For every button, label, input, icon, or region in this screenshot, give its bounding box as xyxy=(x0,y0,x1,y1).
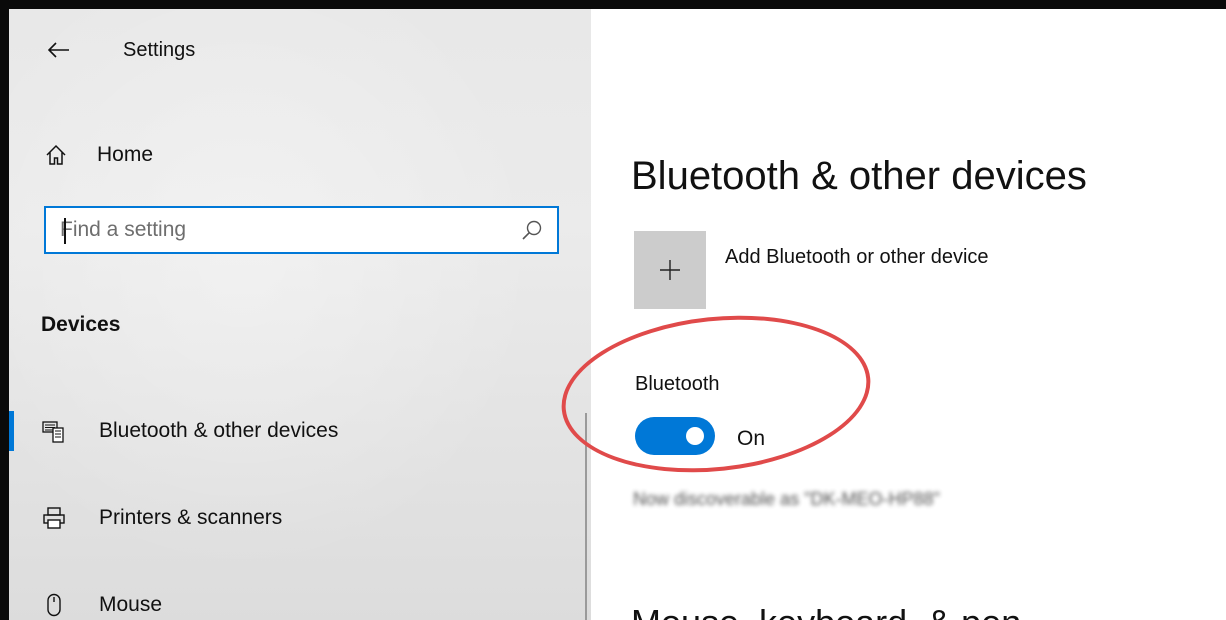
page-title: Bluetooth & other devices xyxy=(631,153,1087,198)
sidebar-item-bluetooth[interactable]: Bluetooth & other devices xyxy=(9,406,569,456)
mouse-icon xyxy=(41,592,67,618)
main-content: Bluetooth & other devices Add Bluetooth … xyxy=(591,9,1226,620)
home-nav-item[interactable]: Home xyxy=(39,135,559,175)
home-label: Home xyxy=(97,143,154,166)
back-button[interactable] xyxy=(39,35,79,65)
search-box[interactable] xyxy=(44,206,559,254)
bluetooth-devices-icon xyxy=(41,418,67,444)
text-caret xyxy=(64,218,66,244)
add-device-label[interactable]: Add Bluetooth or other device xyxy=(725,246,989,269)
toggle-knob xyxy=(686,427,704,445)
sidebar-item-mouse[interactable]: Mouse xyxy=(9,580,569,620)
add-device-button[interactable] xyxy=(634,231,706,309)
settings-window: Settings Home Devices xyxy=(0,0,1226,620)
plus-icon xyxy=(660,260,680,280)
section-title: Devices xyxy=(41,313,121,336)
active-indicator xyxy=(9,411,14,451)
section-heading-mouse-keyboard-pen: Mouse, keyboard, & pen xyxy=(631,602,1021,620)
search-input[interactable] xyxy=(60,208,510,252)
printer-icon xyxy=(41,505,67,531)
toggle-state-label: On xyxy=(737,427,766,450)
app-title: Settings xyxy=(123,39,196,61)
sidebar-item-label: Bluetooth & other devices xyxy=(99,419,339,442)
back-arrow-icon xyxy=(48,42,69,58)
home-icon xyxy=(39,144,73,166)
sidebar: Settings Home Devices xyxy=(9,9,591,620)
bluetooth-heading: Bluetooth xyxy=(635,373,720,395)
sidebar-item-printers[interactable]: Printers & scanners xyxy=(9,493,569,543)
sidebar-item-label: Mouse xyxy=(99,593,163,616)
discoverable-status: Now discoverable as "DK-MEO-HP88" xyxy=(633,489,940,509)
bluetooth-toggle[interactable] xyxy=(635,417,715,455)
sidebar-item-label: Printers & scanners xyxy=(99,506,283,529)
sidebar-scrollbar[interactable] xyxy=(585,413,587,620)
search-icon[interactable] xyxy=(521,219,543,241)
